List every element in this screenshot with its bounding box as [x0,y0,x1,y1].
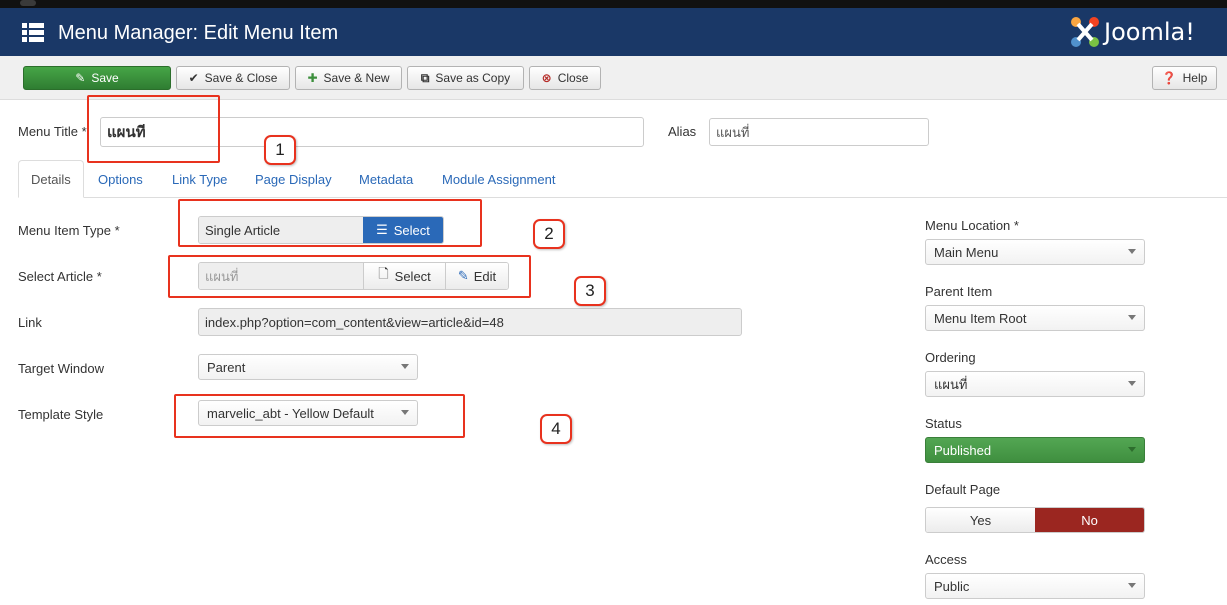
help-icon: ❓ [1161,71,1177,85]
help-button[interactable]: ❓ Help [1152,66,1217,90]
annotation-box-2 [178,199,482,247]
menu-list-icon [22,23,44,43]
tab-page-display[interactable]: Page Display [243,160,344,198]
menu-location-label: Menu Location * [925,218,1019,233]
close-icon: ⊗ [541,71,552,85]
copy-icon: ⧉ [420,70,430,85]
caret-down-icon [1128,381,1136,386]
link-label: Link [18,315,42,330]
alias-input[interactable]: แผนที่ [709,118,929,146]
joomla-logo[interactable]: Joomla! [1070,14,1220,50]
template-style-label: Template Style [18,407,104,422]
browser-tab-shape [20,0,36,6]
status-select[interactable]: Published [925,437,1145,463]
alias-label: Alias [668,124,697,139]
access-select[interactable]: Public [925,573,1145,599]
caret-down-icon [1128,315,1136,320]
save-copy-button[interactable]: ⧉ Save as Copy [407,66,524,90]
caret-down-icon [1128,583,1136,588]
annotation-badge-4: 4 [540,414,572,444]
tab-bar: Details Options Link Type Page Display M… [18,160,1227,198]
ordering-label: Ordering [925,350,976,365]
menu-location-select[interactable]: Main Menu [925,239,1145,265]
annotation-box-3 [168,255,531,298]
parent-item-select[interactable]: Menu Item Root [925,305,1145,331]
ordering-select[interactable]: แผนที่ [925,371,1145,397]
annotation-badge-3: 3 [574,276,606,306]
annotation-box-4 [174,394,465,438]
tab-options[interactable]: Options [86,160,155,198]
close-button[interactable]: ⊗ Close [529,66,601,90]
annotation-badge-2: 2 [533,219,565,249]
page-title: Menu Manager: Edit Menu Item [58,22,339,44]
default-page-toggle: Yes No [925,507,1145,533]
tab-module-assignment[interactable]: Module Assignment [430,160,567,198]
tab-link-type[interactable]: Link Type [160,160,239,198]
menu-title-label: Menu Title * [18,124,87,139]
status-label: Status [925,416,962,431]
default-page-no-button[interactable]: No [1035,508,1144,532]
save-new-button[interactable]: ✚ Save & New [295,66,402,90]
edit-icon: ✎ [75,71,86,85]
caret-down-icon [1128,447,1136,452]
caret-down-icon [1128,249,1136,254]
target-window-label: Target Window [18,361,104,376]
plus-icon: ✚ [307,71,318,85]
tab-metadata[interactable]: Metadata [347,160,425,198]
default-page-yes-button[interactable]: Yes [926,508,1035,532]
default-page-label: Default Page [925,482,1001,497]
admin-header: Menu Manager: Edit Menu Item Joomla! [0,8,1227,56]
annotation-badge-1: 1 [264,135,296,165]
save-close-button[interactable]: ✔ Save & Close [176,66,290,90]
menu-item-type-label: Menu Item Type * [18,223,120,238]
annotation-box-1 [87,95,220,163]
browser-top-strip [0,0,1227,8]
joomla-logo-icon [1071,17,1099,47]
target-window-select[interactable]: Parent [198,354,418,380]
toolbar: ✎ Save ✔ Save & Close ✚ Save & New ⧉ Save as… [0,56,1227,100]
access-label: Access [925,552,967,567]
link-field: index.php?option=com_content&view=articl… [198,308,742,336]
select-article-label: Select Article * [18,269,102,284]
joomla-logo-text: Joomla! [1104,18,1195,46]
caret-down-icon [401,364,409,369]
check-icon: ✔ [188,71,199,85]
tab-details[interactable]: Details [18,160,84,198]
parent-item-label: Parent Item [925,284,993,299]
save-button[interactable]: ✎ Save [23,66,171,90]
